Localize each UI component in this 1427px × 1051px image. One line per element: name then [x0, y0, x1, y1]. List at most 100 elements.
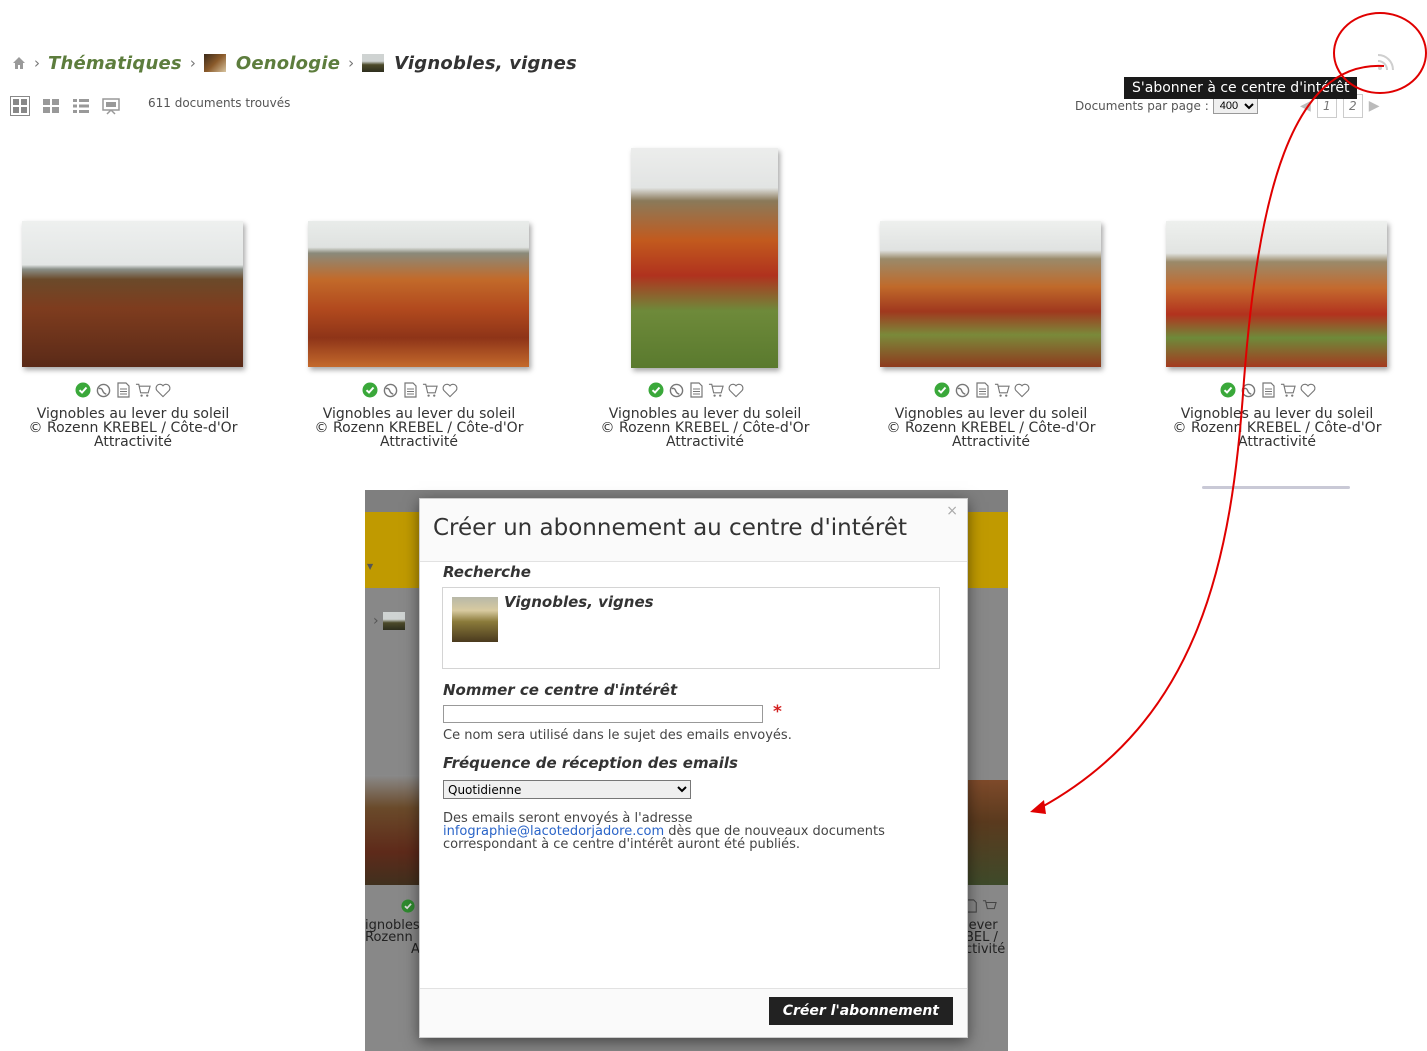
- per-page-select[interactable]: 400: [1212, 98, 1258, 114]
- gallery-photo[interactable]: [631, 148, 778, 368]
- gallery-photo[interactable]: [880, 221, 1101, 367]
- breadcrumb-vignobles: Vignobles, vignes: [394, 52, 577, 74]
- gallery-photo[interactable]: [308, 221, 529, 367]
- gallery-caption: Vignobles au lever du soleil © Rozenn KR…: [294, 407, 544, 449]
- per-page-control: Documents par page : 400: [1075, 98, 1258, 114]
- globe-icon[interactable]: [668, 382, 684, 398]
- gallery-item-title[interactable]: Vignobles au lever du soleil: [1152, 407, 1402, 421]
- globe-icon[interactable]: [95, 382, 111, 398]
- list-view-icon[interactable]: [72, 97, 90, 115]
- gallery-item-title[interactable]: Vignobles au lever du soleil: [580, 407, 830, 421]
- annotation-arrowhead: [1030, 800, 1046, 814]
- breadcrumb: › Thématiques › Oenologie › Vignobles, v…: [12, 50, 577, 76]
- chevron-right-icon: ›: [373, 613, 379, 629]
- document-icon[interactable]: [688, 382, 704, 398]
- cart-icon[interactable]: [422, 382, 438, 398]
- frequency-select[interactable]: Quotidienne: [443, 780, 691, 799]
- gallery-item-credit: Attractivité: [666, 434, 744, 450]
- documents-count: 611 documents trouvés: [148, 96, 291, 110]
- subscription-modal: Créer un abonnement au centre d'intérêt …: [419, 498, 968, 1038]
- check-circle-icon: [934, 382, 950, 398]
- document-icon[interactable]: [115, 382, 131, 398]
- cart-icon[interactable]: [135, 382, 151, 398]
- heart-icon[interactable]: [442, 382, 458, 398]
- globe-icon[interactable]: [382, 382, 398, 398]
- heart-icon[interactable]: [728, 382, 744, 398]
- vignobles-thumbnail: [362, 54, 385, 72]
- globe-icon[interactable]: [954, 382, 970, 398]
- document-icon[interactable]: [402, 382, 418, 398]
- next-page-icon[interactable]: ▶: [1369, 98, 1380, 114]
- breadcrumb-oenologie[interactable]: Oenologie: [236, 53, 340, 74]
- gallery-item-icons: [648, 382, 744, 398]
- frequency-section-title: Fréquence de réception des emails: [443, 754, 738, 772]
- prev-page-icon[interactable]: ◀: [1300, 98, 1311, 114]
- globe-icon[interactable]: [1240, 382, 1256, 398]
- gallery-item-icons: [75, 382, 171, 398]
- background-breadcrumb: ›: [373, 612, 409, 630]
- email-note: Des emails seront envoyés à l'adresse in…: [443, 812, 943, 851]
- gallery-scrollbar[interactable]: [1202, 486, 1350, 489]
- modal-title: Créer un abonnement au centre d'intérêt: [433, 515, 908, 541]
- check-circle-icon: [75, 382, 91, 398]
- name-section-title: Nommer ce centre d'intérêt: [443, 681, 678, 699]
- gallery-item-credit: Attractivité: [952, 434, 1030, 450]
- grid-view-icon[interactable]: [10, 96, 30, 116]
- mosaic-view-icon[interactable]: [42, 97, 60, 115]
- check-circle-icon: [1220, 382, 1236, 398]
- search-label: Vignobles, vignes: [504, 593, 654, 611]
- gallery-caption: Vignobles au lever du soleil © Rozenn KR…: [580, 407, 830, 449]
- home-icon[interactable]: [12, 56, 26, 70]
- gallery-item-credit: Attractivité: [94, 434, 172, 450]
- heart-icon[interactable]: [1014, 382, 1030, 398]
- gallery-photo[interactable]: [1166, 221, 1387, 367]
- name-hint: Ce nom sera utilisé dans le sujet des em…: [443, 728, 792, 743]
- background-caption: lever BEL / ctivité: [965, 918, 1006, 957]
- create-subscription-button[interactable]: Créer l'abonnement: [768, 997, 953, 1025]
- close-icon[interactable]: ×: [946, 503, 958, 519]
- heart-icon[interactable]: [1300, 382, 1316, 398]
- modal-footer: Créer l'abonnement: [420, 988, 967, 1037]
- interest-name-input[interactable]: [443, 705, 763, 723]
- gallery-item-credit: © Rozenn KREBEL / Côte-d'Or: [314, 420, 524, 436]
- search-section-title: Recherche: [443, 563, 531, 581]
- rss-tooltip: S'abonner à ce centre d'intérêt: [1124, 77, 1358, 99]
- gallery-item-title[interactable]: Vignobles au lever du soleil: [294, 407, 544, 421]
- gallery-item-credit: Attractivité: [380, 434, 458, 450]
- check-circle-icon: [362, 382, 378, 398]
- oenologie-thumbnail: [203, 54, 226, 72]
- background-photo: [365, 775, 421, 885]
- modal-header: Créer un abonnement au centre d'intérêt …: [420, 499, 967, 562]
- gallery-item-title[interactable]: Vignobles au lever du soleil: [866, 407, 1116, 421]
- breadcrumb-thematiques[interactable]: Thématiques: [48, 53, 182, 74]
- required-mark: *: [773, 702, 782, 722]
- heart-icon[interactable]: [155, 382, 171, 398]
- breadcrumb-separator: ›: [34, 54, 40, 72]
- gallery-item-credit: © Rozenn KREBEL / Côte-d'Or: [600, 420, 810, 436]
- search-thumbnail: [452, 597, 498, 642]
- vignobles-thumbnail: [382, 612, 405, 630]
- gallery-item-credit: Attractivité: [1238, 434, 1316, 450]
- breadcrumb-separator: ›: [189, 54, 196, 72]
- background-caption: ignobles Rozenn A: [365, 918, 420, 957]
- slideshow-view-icon[interactable]: [102, 97, 120, 115]
- cart-icon[interactable]: [708, 382, 724, 398]
- rss-icon[interactable]: [1376, 52, 1396, 72]
- document-icon[interactable]: [974, 382, 990, 398]
- gallery-caption: Vignobles au lever du soleil © Rozenn KR…: [1152, 407, 1402, 449]
- background-photo: [967, 780, 1008, 885]
- gallery-item-title[interactable]: Vignobles au lever du soleil: [8, 407, 258, 421]
- check-circle-icon: [648, 382, 664, 398]
- chevron-down-icon: ▼: [367, 562, 374, 571]
- gallery-item-credit: © Rozenn KREBEL / Côte-d'Or: [28, 420, 238, 436]
- gallery-item-icons: [362, 382, 458, 398]
- gallery-caption: Vignobles au lever du soleil © Rozenn KR…: [8, 407, 258, 449]
- breadcrumb-separator: ›: [348, 54, 355, 72]
- document-icon[interactable]: [1260, 382, 1276, 398]
- email-note-line3: correspondant à ce centre d'intérêt auro…: [443, 837, 801, 852]
- cart-icon[interactable]: [994, 382, 1010, 398]
- view-toggles: [10, 96, 120, 116]
- gallery-photo[interactable]: [22, 221, 243, 367]
- gallery-item-credit: © Rozenn KREBEL / Côte-d'Or: [1172, 420, 1382, 436]
- cart-icon[interactable]: [1280, 382, 1296, 398]
